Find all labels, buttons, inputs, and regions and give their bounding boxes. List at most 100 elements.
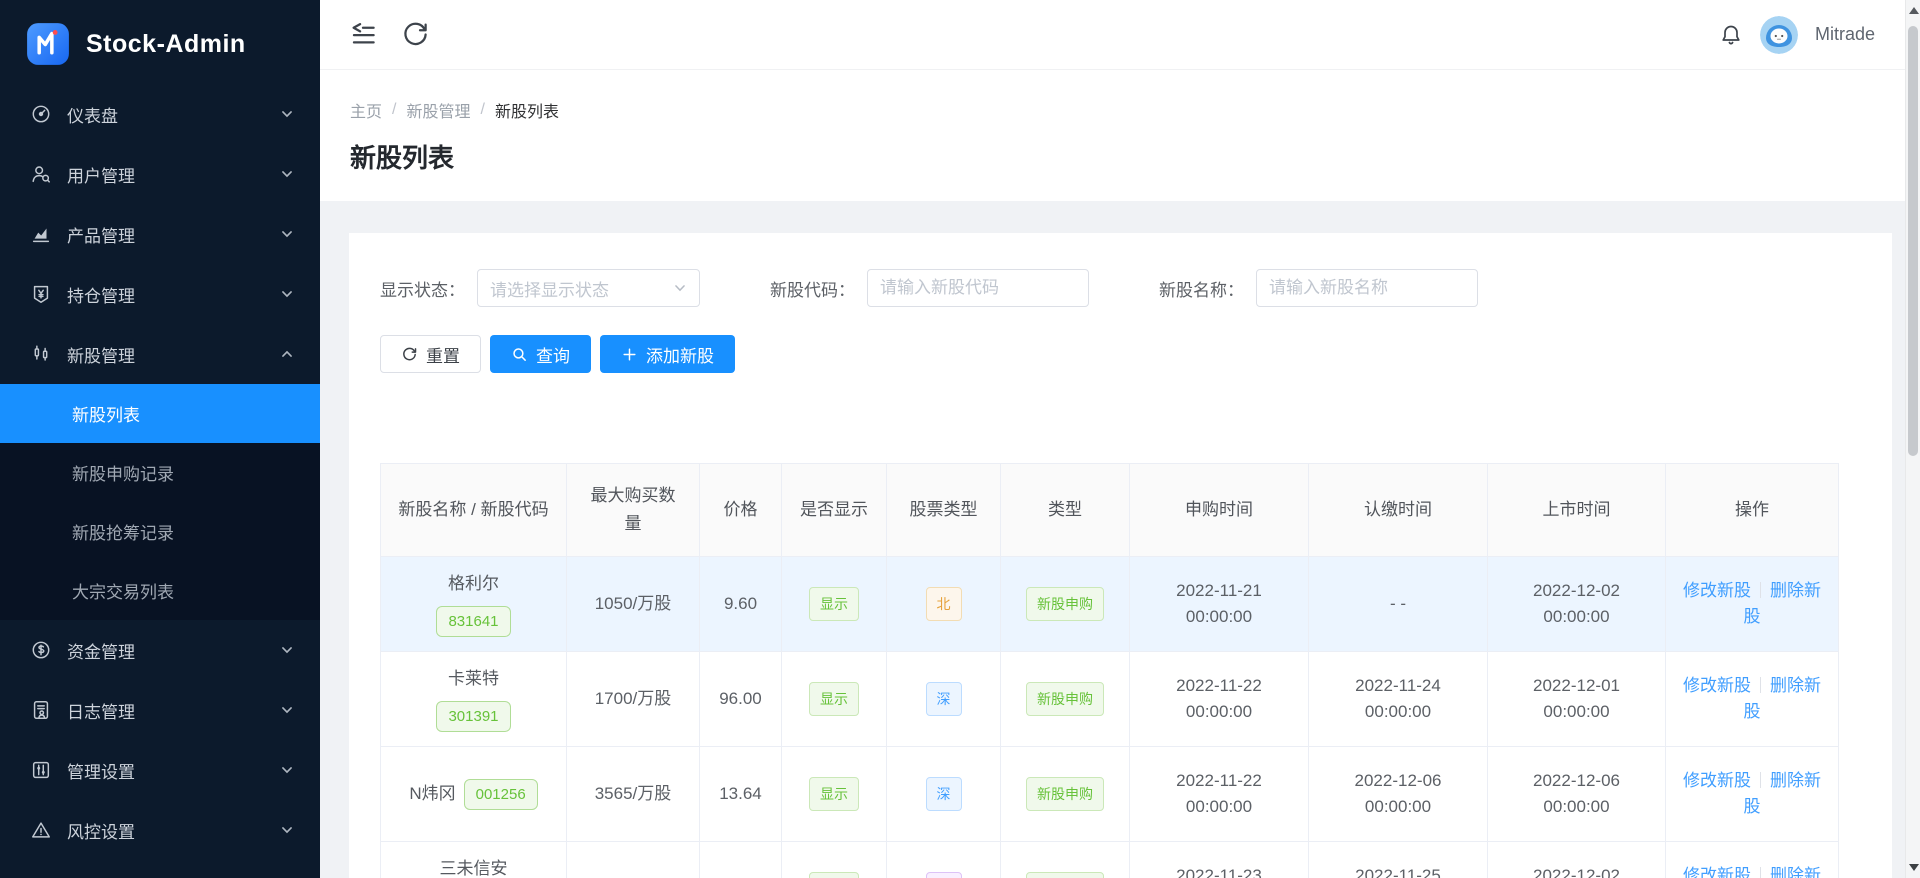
- sidebar-item-products[interactable]: 产品管理: [0, 204, 320, 264]
- stock-name-label: 新股名称：: [1159, 276, 1244, 301]
- stock-name-cell: N炜冈001256: [381, 747, 567, 842]
- vertical-scrollbar[interactable]: [1905, 0, 1920, 878]
- actions-cell: 修改新股删除新股: [1666, 842, 1839, 878]
- sidebar-item-logs[interactable]: 日志管理: [0, 680, 320, 740]
- stock-name: 卡莱特: [409, 666, 538, 692]
- pay-time-cell: - -: [1309, 557, 1488, 652]
- scrollbar-thumb[interactable]: [1908, 26, 1918, 456]
- filter-stock-name: 新股名称：: [1159, 269, 1478, 307]
- visible-cell: 显示: [782, 747, 887, 842]
- sidebar-item-admin-settings[interactable]: 管理设置: [0, 740, 320, 800]
- edit-stock-link[interactable]: 修改新股: [1683, 771, 1751, 790]
- edit-stock-link[interactable]: 修改新股: [1683, 581, 1751, 600]
- reset-button[interactable]: 重置: [380, 335, 481, 373]
- pay-time-cell: 2022-11-25 00:00:00: [1309, 842, 1488, 878]
- price-cell: 79.90: [700, 842, 782, 878]
- page-title: 新股列表: [350, 138, 1875, 175]
- delete-stock-link[interactable]: 删除新股: [1744, 581, 1822, 626]
- column-header: 认缴时间: [1309, 464, 1488, 557]
- sidebar-item-funds[interactable]: 资金管理: [0, 620, 320, 680]
- stock-name-input[interactable]: [1256, 269, 1478, 307]
- submenu-label: 新股申购记录: [72, 460, 174, 485]
- display-status-select[interactable]: 请选择显示状态: [477, 269, 700, 307]
- pay-time-cell: 2022-11-24 00:00:00: [1309, 652, 1488, 747]
- breadcrumb-block: 主页 / 新股管理 / 新股列表 新股列表: [320, 70, 1905, 201]
- reset-icon: [401, 346, 418, 363]
- app-window: Stock-Admin 仪表盘 用户管理 产品管理 持仓管理: [0, 0, 1920, 878]
- column-header: 操作: [1666, 464, 1839, 557]
- breadcrumb-newstock-mgmt[interactable]: 新股管理: [406, 98, 470, 122]
- add-newstock-button[interactable]: 添加新股: [600, 335, 735, 373]
- refresh-icon[interactable]: [402, 21, 429, 48]
- main-area: Mitrade 主页 / 新股管理 / 新股列表 新股列表 显示状态：: [320, 0, 1905, 878]
- sidebar-item-label: 产品管理: [67, 222, 280, 247]
- sidebar-item-users[interactable]: 用户管理: [0, 144, 320, 204]
- breadcrumb: 主页 / 新股管理 / 新股列表: [350, 98, 1875, 122]
- column-header: 类型: [1001, 464, 1130, 557]
- logo[interactable]: Stock-Admin: [0, 0, 320, 84]
- select-placeholder: 请选择显示状态: [490, 276, 673, 301]
- dashboard-icon: [30, 103, 52, 125]
- stock-code-input[interactable]: [867, 269, 1089, 307]
- user-name[interactable]: Mitrade: [1815, 24, 1875, 45]
- delete-stock-link[interactable]: 删除新股: [1744, 866, 1822, 878]
- apply-time-cell: 2022-11-21 00:00:00: [1130, 557, 1309, 652]
- sidebar-item-newstock[interactable]: 新股管理: [0, 324, 320, 384]
- risk-warning-icon: [30, 819, 52, 841]
- scroll-down-arrow-icon[interactable]: [1909, 864, 1919, 871]
- visible-tag: 显示: [809, 682, 859, 716]
- visible-cell: 显示: [782, 652, 887, 747]
- delete-stock-link[interactable]: 删除新股: [1744, 771, 1822, 816]
- max-buy-cell: 1914/万股: [567, 842, 700, 878]
- sidebar-item-risk-settings[interactable]: 风控设置: [0, 800, 320, 860]
- collapse-sidebar-icon[interactable]: [350, 21, 377, 48]
- chevron-down-icon: [673, 281, 687, 295]
- sidebar-item-grab-records[interactable]: 新股抢筹记录: [0, 502, 320, 561]
- action-divider: [1760, 772, 1761, 788]
- app-title: Stock-Admin: [86, 30, 246, 59]
- chevron-up-icon: [280, 347, 294, 361]
- sidebar-item-dashboard[interactable]: 仪表盘: [0, 84, 320, 144]
- stock-type-tag: 深: [926, 682, 962, 716]
- actions-cell: 修改新股删除新股: [1666, 747, 1839, 842]
- sidebar-item-positions[interactable]: 持仓管理: [0, 264, 320, 324]
- chevron-down-icon: [280, 287, 294, 301]
- display-status-label: 显示状态：: [380, 276, 465, 301]
- position-yen-icon: [30, 283, 52, 305]
- column-header: 申购时间: [1130, 464, 1309, 557]
- breadcrumb-home[interactable]: 主页: [350, 98, 382, 122]
- edit-stock-link[interactable]: 修改新股: [1683, 866, 1751, 878]
- sidebar-item-newstock-list[interactable]: 新股列表: [0, 384, 320, 443]
- type-tag: 新股申购: [1026, 777, 1104, 811]
- type-tag: 新股申购: [1026, 587, 1104, 621]
- sidebar-item-block-trade-list[interactable]: 大宗交易列表: [0, 561, 320, 620]
- submenu-label: 新股列表: [72, 401, 140, 426]
- user-avatar[interactable]: [1760, 16, 1798, 54]
- type-tag: 新股申购: [1026, 682, 1104, 716]
- visible-tag: 显示: [809, 777, 859, 811]
- stock-code-badge: 831641: [436, 606, 510, 637]
- sidebar-item-label: 持仓管理: [67, 282, 280, 307]
- price-cell: 9.60: [700, 557, 782, 652]
- sidebar: Stock-Admin 仪表盘 用户管理 产品管理 持仓管理: [0, 0, 320, 878]
- edit-stock-link[interactable]: 修改新股: [1683, 676, 1751, 695]
- list-time-cell: 2022-12-06 00:00:00: [1488, 747, 1666, 842]
- product-chart-icon: [30, 223, 52, 245]
- stock-name: N炜冈: [409, 784, 455, 803]
- list-time-cell: 2022-12-02 00:00:00: [1488, 557, 1666, 652]
- stock-type-tag: 深: [926, 777, 962, 811]
- delete-stock-link[interactable]: 删除新股: [1744, 676, 1822, 721]
- stock-type-cell: 深: [887, 747, 1001, 842]
- scroll-up-arrow-icon[interactable]: [1909, 7, 1919, 14]
- sidebar-item-subscription-records[interactable]: 新股申购记录: [0, 443, 320, 502]
- pay-time-cell: 2022-12-06 00:00:00: [1309, 747, 1488, 842]
- chevron-down-icon: [280, 107, 294, 121]
- stock-code-badge: 301391: [436, 701, 510, 732]
- actions-cell: 修改新股删除新股: [1666, 557, 1839, 652]
- stock-type-cell: 北: [887, 557, 1001, 652]
- notification-bell-icon[interactable]: [1719, 23, 1743, 47]
- apply-time-cell: 2022-11-22 00:00:00: [1130, 652, 1309, 747]
- sidebar-item-label: 管理设置: [67, 758, 280, 783]
- chevron-down-icon: [280, 823, 294, 837]
- query-button[interactable]: 查询: [490, 335, 591, 373]
